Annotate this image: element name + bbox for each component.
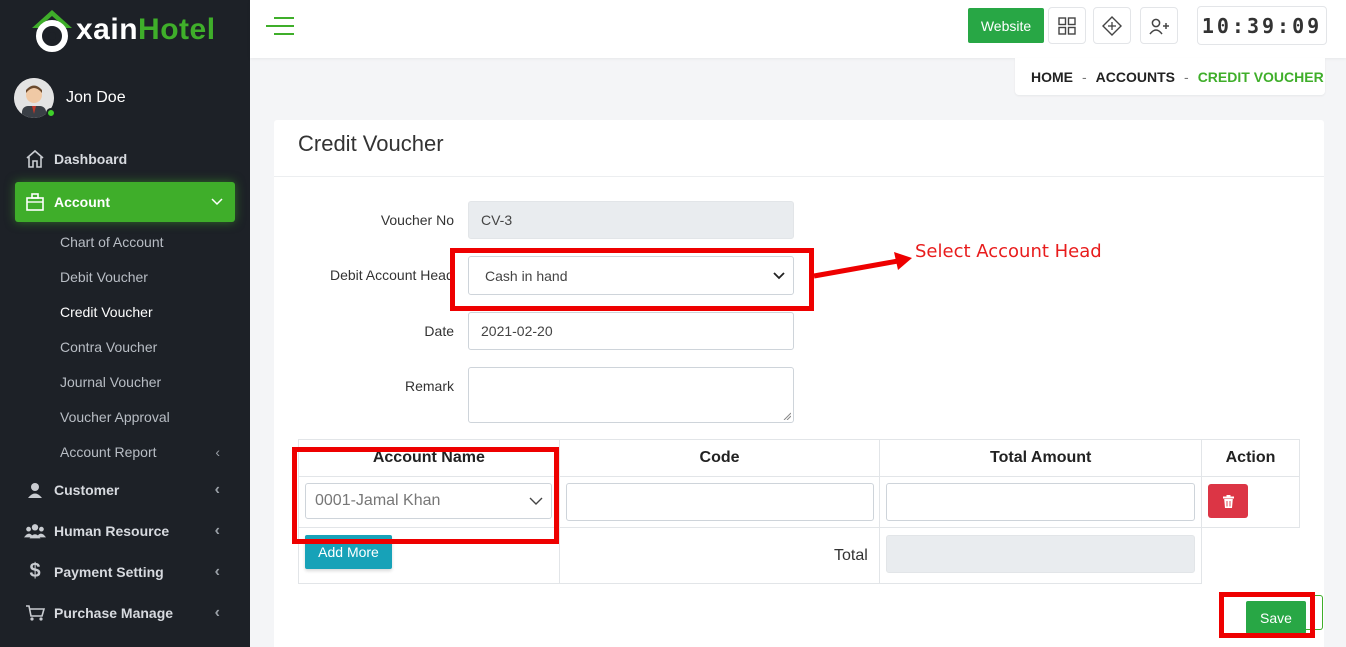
total-label: Total xyxy=(834,547,868,564)
account-submenu: Chart of Account Debit Voucher Credit Vo… xyxy=(0,222,250,469)
chevron-left-icon: ‹ xyxy=(214,521,220,539)
column-header-action: Action xyxy=(1201,439,1300,477)
sidebar-item-label: Dashboard xyxy=(54,150,128,167)
sidebar-item-label: Payment Setting xyxy=(54,563,164,580)
annotation-text: Select Account Head xyxy=(915,241,1102,262)
add-user-icon[interactable] xyxy=(1140,7,1178,44)
website-button[interactable]: Website xyxy=(968,8,1044,43)
code-cell xyxy=(558,476,881,528)
menu-toggle-icon[interactable] xyxy=(266,16,294,36)
breadcrumb-separator: - xyxy=(1082,68,1087,85)
sidebar-item-dashboard[interactable]: Dashboard xyxy=(0,138,250,179)
total-amount-cell xyxy=(879,476,1203,528)
move-icon[interactable] xyxy=(1093,7,1131,44)
date-label: Date xyxy=(424,323,454,339)
sidebar-item-label: Purchase Manage xyxy=(54,604,174,621)
submenu-item-debit-voucher[interactable]: Debit Voucher xyxy=(0,259,250,294)
chevron-left-icon: ‹ xyxy=(214,480,220,498)
sidebar-nav: Dashboard Account Chart of Account Debit… xyxy=(0,138,250,633)
submenu-item-credit-voucher[interactable]: Credit Voucher xyxy=(0,294,250,329)
credit-voucher-card: Credit Voucher Voucher No CV-3 Debit Acc… xyxy=(274,120,1324,647)
submenu-item-account-report[interactable]: Account Report ‹ xyxy=(0,434,250,469)
avatar xyxy=(14,78,56,120)
sidebar-item-label: Account xyxy=(54,194,110,210)
submenu-item-label: Account Report xyxy=(60,443,157,460)
sidebar-item-human-resource[interactable]: Human Resource ‹ xyxy=(0,510,250,551)
column-header-code: Code xyxy=(558,439,881,477)
annotation-arrow-icon xyxy=(813,252,912,279)
logo-text-suffix: Hotel xyxy=(138,13,216,46)
chevron-left-icon: ‹ xyxy=(214,562,220,580)
sidebar-item-account[interactable]: Account xyxy=(15,182,235,222)
total-amount-input[interactable] xyxy=(886,483,1196,521)
debit-account-head-label: Debit Account Head xyxy=(330,267,454,283)
sidebar-item-payment-setting[interactable]: $ Payment Setting ‹ xyxy=(0,551,250,592)
briefcase-icon xyxy=(24,191,46,213)
chevron-left-icon: ‹ xyxy=(214,603,220,621)
breadcrumb-separator: - xyxy=(1184,68,1189,85)
date-field[interactable]: 2021-02-20 xyxy=(468,312,794,350)
card-divider xyxy=(274,176,1324,177)
voucher-no-field: CV-3 xyxy=(468,201,794,239)
remark-label: Remark xyxy=(404,378,454,394)
submenu-item-journal-voucher[interactable]: Journal Voucher xyxy=(0,364,250,399)
user-name: Jon Doe xyxy=(66,89,126,106)
total-label-cell xyxy=(558,527,881,584)
sidebar-item-label: Human Resource xyxy=(54,522,170,539)
breadcrumb-home[interactable]: HOME xyxy=(1031,69,1073,85)
empty-cell xyxy=(1202,528,1300,584)
home-icon xyxy=(24,148,46,170)
sidebar-item-label: Customer xyxy=(54,481,120,498)
sidebar-item-customer[interactable]: Customer ‹ xyxy=(0,469,250,510)
annotation-box-debit-head xyxy=(450,248,814,311)
breadcrumb-current: CREDIT VOUCHER xyxy=(1197,68,1324,85)
annotation-box-account-name xyxy=(292,447,559,544)
remark-textarea[interactable] xyxy=(468,367,794,423)
cart-icon xyxy=(24,602,46,624)
breadcrumb: HOME - ACCOUNTS - CREDIT VOUCHER xyxy=(1015,58,1325,95)
page-title: Credit Voucher xyxy=(298,131,444,156)
column-header-total-amount: Total Amount xyxy=(879,439,1203,477)
annotation-box-save xyxy=(1219,592,1315,638)
dollar-icon: $ xyxy=(29,560,41,582)
breadcrumb-accounts[interactable]: ACCOUNTS xyxy=(1096,69,1175,85)
online-status-dot xyxy=(46,108,56,118)
submenu-item-voucher-approval[interactable]: Voucher Approval xyxy=(0,399,250,434)
trash-icon xyxy=(1222,494,1234,508)
voucher-no-label: Voucher No xyxy=(380,212,454,228)
submenu-item-chart-of-account[interactable]: Chart of Account xyxy=(0,224,250,259)
clock-display: 10:39:09 xyxy=(1197,6,1327,45)
resize-handle-icon[interactable] xyxy=(783,412,791,420)
total-amount-readonly xyxy=(886,535,1196,573)
sidebar-item-purchase-manage[interactable]: Purchase Manage ‹ xyxy=(0,592,250,633)
chevron-left-icon: ‹ xyxy=(215,443,220,460)
logo-text-prefix: xain xyxy=(76,13,139,46)
submenu-item-contra-voucher[interactable]: Contra Voucher xyxy=(0,329,250,364)
total-value-cell xyxy=(879,527,1203,584)
app-logo[interactable]: xainHotel xyxy=(30,4,216,56)
delete-row-button[interactable] xyxy=(1208,484,1248,518)
code-input[interactable] xyxy=(565,483,874,521)
user-icon xyxy=(24,479,46,501)
user-profile[interactable]: Jon Doe xyxy=(14,78,126,120)
users-icon xyxy=(24,520,46,542)
sidebar: xainHotel Jon Doe Dashboard Account Char… xyxy=(0,0,250,647)
chevron-down-icon xyxy=(211,193,223,211)
grid-icon[interactable] xyxy=(1048,7,1086,44)
logo-house-icon xyxy=(30,8,74,52)
topbar: Website 10:39:09 xyxy=(250,0,1346,58)
